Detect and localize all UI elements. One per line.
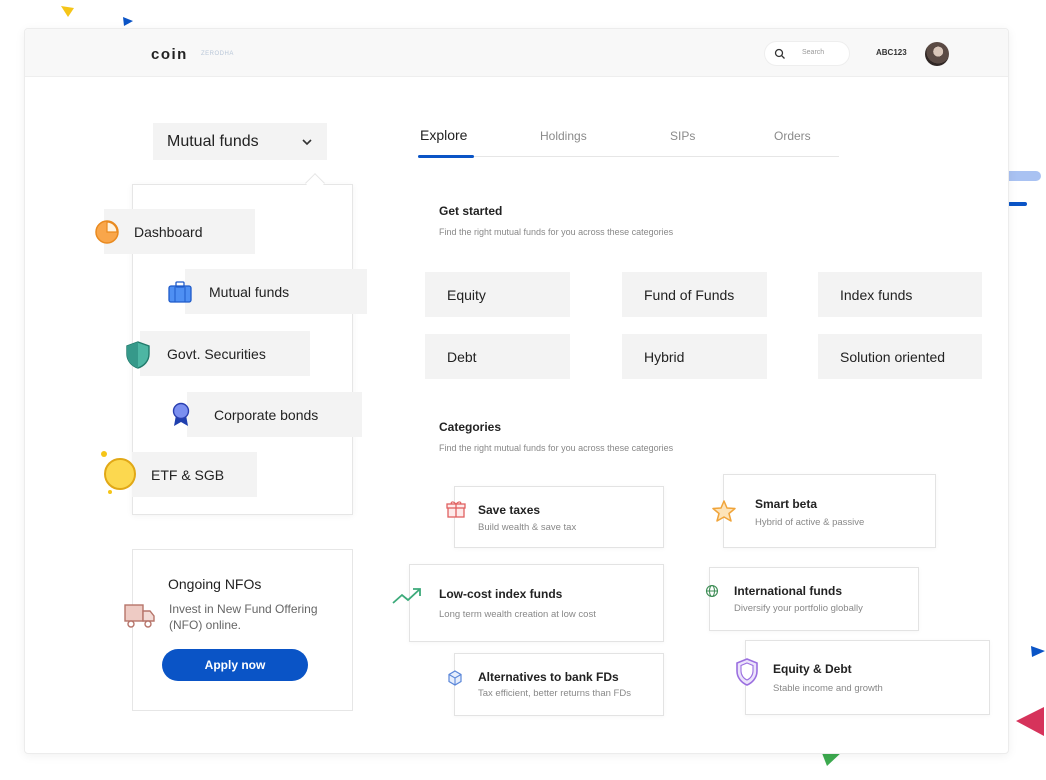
app-logo[interactable]: coin xyxy=(151,46,188,63)
category-title: Save taxes xyxy=(478,503,541,517)
confetti-blue-triangle-right xyxy=(1031,646,1045,657)
globe-icon xyxy=(705,584,719,598)
categories-subtitle: Find the right mutual funds for you acro… xyxy=(439,443,674,453)
get-started-subtitle: Find the right mutual funds for you acro… xyxy=(439,227,674,237)
menu-item-mutual-funds[interactable]: Mutual funds xyxy=(168,269,367,314)
chip-solution-oriented[interactable]: Solution oriented xyxy=(818,334,982,379)
logo-subtitle: ZERODHA xyxy=(201,51,234,57)
cube-icon xyxy=(448,670,462,686)
shield-icon xyxy=(736,658,758,686)
get-started-title: Get started xyxy=(439,204,503,218)
menu-item-etf-sgb[interactable]: ETF & SGB xyxy=(101,451,257,497)
category-equity-debt[interactable]: Equity & Debt Stable income and growth xyxy=(745,640,990,715)
category-desc: Long term wealth creation at low cost xyxy=(439,609,596,620)
category-desc: Diversify your portfolio globally xyxy=(734,603,863,614)
category-title: International funds xyxy=(734,584,842,598)
category-title: Smart beta xyxy=(755,497,818,511)
category-desc: Tax efficient, better returns than FDs xyxy=(478,688,631,699)
app-window: coin ZERODHA Search ABC123 Mutual funds … xyxy=(24,28,1009,754)
menu-item-label: Dashboard xyxy=(134,224,203,240)
apply-now-button[interactable]: Apply now xyxy=(162,649,308,681)
category-low-cost-index-funds[interactable]: Low-cost index funds Long term wealth cr… xyxy=(409,564,664,642)
shield-icon xyxy=(126,341,150,369)
menu-item-label: Corporate bonds xyxy=(214,407,319,423)
category-title: Equity & Debt xyxy=(773,662,852,676)
category-alternatives-to-bank-fds[interactable]: Alternatives to bank FDs Tax efficient, … xyxy=(454,653,664,716)
chip-index-funds[interactable]: Index funds xyxy=(818,272,982,317)
search-placeholder: Search xyxy=(802,49,825,56)
user-id[interactable]: ABC123 xyxy=(876,48,907,57)
chip-hybrid[interactable]: Hybrid xyxy=(622,334,767,379)
menu-item-govt-securities[interactable]: Govt. Securities xyxy=(126,331,310,376)
nfo-description: Invest in New Fund Offering (NFO) online… xyxy=(169,602,318,632)
trend-up-icon xyxy=(392,588,421,604)
top-navbar: coin ZERODHA Search ABC123 xyxy=(25,29,1008,77)
tab-orders[interactable]: Orders xyxy=(774,129,811,143)
search-box[interactable]: Search xyxy=(764,41,850,66)
categories-title: Categories xyxy=(439,420,502,434)
product-selector[interactable]: Mutual funds xyxy=(153,123,327,160)
nfo-title: Ongoing NFOs xyxy=(168,576,262,592)
confetti-red-triangle xyxy=(1016,707,1044,736)
truck-icon xyxy=(124,604,155,628)
star-icon xyxy=(712,500,736,522)
briefcase-icon xyxy=(168,281,192,303)
tab-sips[interactable]: SIPs xyxy=(670,129,695,143)
nfo-card: Ongoing NFOs Invest in New Fund Offering… xyxy=(124,549,353,711)
category-desc: Stable income and growth xyxy=(773,683,883,694)
menu-item-label: Mutual funds xyxy=(209,284,290,300)
menu-item-label: ETF & SGB xyxy=(151,467,225,483)
confetti-yellow-triangle xyxy=(61,6,74,17)
confetti-blue-triangle xyxy=(123,17,133,26)
tab-explore[interactable]: Explore xyxy=(420,127,467,143)
menu-item-dashboard[interactable]: Dashboard xyxy=(95,209,255,254)
pie-chart-icon xyxy=(95,220,119,244)
chip-label: Index funds xyxy=(840,287,913,303)
coin-icon xyxy=(101,451,136,494)
chip-label: Fund of Funds xyxy=(644,287,735,303)
product-selector-label: Mutual funds xyxy=(167,133,259,150)
chip-label: Debt xyxy=(447,349,477,365)
menu-item-label: Govt. Securities xyxy=(167,346,266,362)
category-smart-beta[interactable]: Smart beta Hybrid of active & passive xyxy=(723,474,936,548)
category-save-taxes[interactable]: Save taxes Build wealth & save tax xyxy=(454,486,664,548)
category-international-funds[interactable]: International funds Diversify your portf… xyxy=(709,567,919,631)
badge-icon xyxy=(172,402,190,426)
chip-equity[interactable]: Equity xyxy=(425,272,570,317)
category-desc: Hybrid of active & passive xyxy=(755,517,865,528)
tab-bar: Explore Holdings SIPs Orders xyxy=(418,125,839,158)
category-title: Alternatives to bank FDs xyxy=(478,670,619,684)
chip-fund-of-funds[interactable]: Fund of Funds xyxy=(622,272,767,317)
chip-label: Hybrid xyxy=(644,349,685,365)
tab-holdings[interactable]: Holdings xyxy=(540,129,587,143)
chip-debt[interactable]: Debt xyxy=(425,334,570,379)
avatar[interactable] xyxy=(925,42,949,66)
gift-icon xyxy=(446,501,466,518)
chip-label: Equity xyxy=(447,287,486,303)
chevron-down-icon xyxy=(302,139,312,146)
menu-item-corporate-bonds[interactable]: Corporate bonds xyxy=(172,392,362,437)
chip-label: Solution oriented xyxy=(840,349,946,365)
active-tab-indicator xyxy=(418,155,474,158)
category-title: Low-cost index funds xyxy=(439,587,563,601)
category-desc: Build wealth & save tax xyxy=(478,522,577,533)
search-icon xyxy=(774,48,785,59)
